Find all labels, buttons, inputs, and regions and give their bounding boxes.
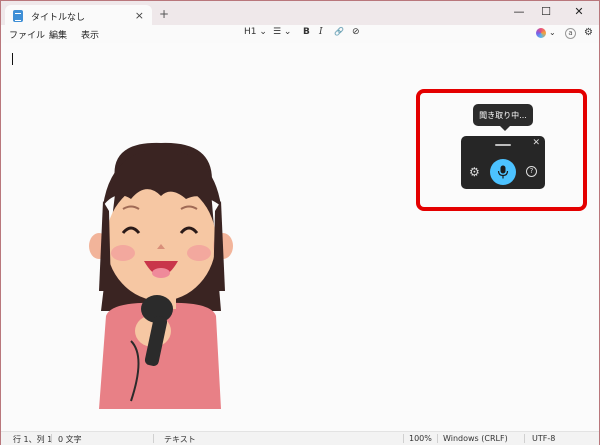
close-window-button[interactable]: ✕ bbox=[567, 5, 591, 18]
divider bbox=[51, 434, 52, 443]
new-tab-button[interactable]: + bbox=[159, 7, 169, 21]
close-icon[interactable]: ✕ bbox=[532, 138, 540, 148]
divider bbox=[437, 434, 438, 443]
microphone-icon bbox=[497, 165, 509, 179]
document-tab[interactable]: タイトルなし × bbox=[5, 5, 152, 27]
voice-typing-panel: ✕ ⚙ ? bbox=[461, 136, 545, 189]
title-bar: タイトルなし × + — ☐ ✕ bbox=[1, 1, 599, 27]
menu-file[interactable]: ファイル bbox=[9, 28, 45, 41]
status-bar: 行 1、列 1 0 文字 テキスト 100% Windows (CRLF) UT… bbox=[1, 431, 599, 445]
maximize-button[interactable]: ☐ bbox=[534, 5, 558, 18]
help-icon[interactable]: ? bbox=[526, 166, 537, 177]
divider bbox=[403, 434, 404, 443]
list-dropdown[interactable]: ☰ ⌄ bbox=[273, 27, 291, 37]
text-caret bbox=[12, 53, 13, 65]
settings-gear-icon[interactable]: ⚙ bbox=[584, 27, 593, 38]
tab-title: タイトルなし bbox=[31, 12, 86, 23]
file-format: テキスト bbox=[164, 435, 196, 444]
notepad-icon bbox=[13, 10, 23, 22]
link-icon[interactable]: 🔗 bbox=[334, 27, 344, 36]
zoom-level[interactable]: 100% bbox=[409, 434, 432, 443]
voice-settings-gear-icon[interactable]: ⚙ bbox=[469, 165, 480, 179]
account-icon[interactable]: a bbox=[565, 28, 576, 39]
minimize-button[interactable]: — bbox=[507, 5, 531, 18]
cursor-position: 行 1、列 1 bbox=[13, 435, 53, 444]
encoding[interactable]: UTF-8 bbox=[532, 434, 555, 443]
drag-handle[interactable] bbox=[495, 144, 511, 146]
notepad-window: タイトルなし × + — ☐ ✕ ファイル 編集 表示 H1 ⌄ ☰ ⌄ B I… bbox=[0, 0, 600, 445]
listening-tooltip: 聞き取り中... bbox=[473, 104, 533, 131]
menu-toolbar: ファイル 編集 表示 H1 ⌄ ☰ ⌄ B I 🔗 ⊘ ⌄ a ⚙ bbox=[1, 25, 599, 43]
copilot-chevron-icon[interactable]: ⌄ bbox=[549, 28, 556, 37]
menu-edit[interactable]: 編集 bbox=[49, 28, 67, 41]
copilot-icon[interactable] bbox=[536, 28, 546, 38]
bold-button[interactable]: B bbox=[303, 27, 310, 37]
menu-view[interactable]: 表示 bbox=[81, 28, 99, 41]
singing-girl-illustration bbox=[89, 142, 233, 409]
italic-button[interactable]: I bbox=[319, 27, 323, 37]
divider bbox=[153, 434, 154, 443]
divider bbox=[524, 434, 525, 443]
line-ending[interactable]: Windows (CRLF) bbox=[443, 434, 508, 443]
microphone-button[interactable] bbox=[490, 159, 516, 185]
close-tab-icon[interactable]: × bbox=[135, 9, 144, 22]
char-count: 0 文字 bbox=[58, 435, 82, 444]
clear-format-icon[interactable]: ⊘ bbox=[352, 27, 360, 37]
heading-dropdown[interactable]: H1 ⌄ bbox=[244, 27, 267, 37]
